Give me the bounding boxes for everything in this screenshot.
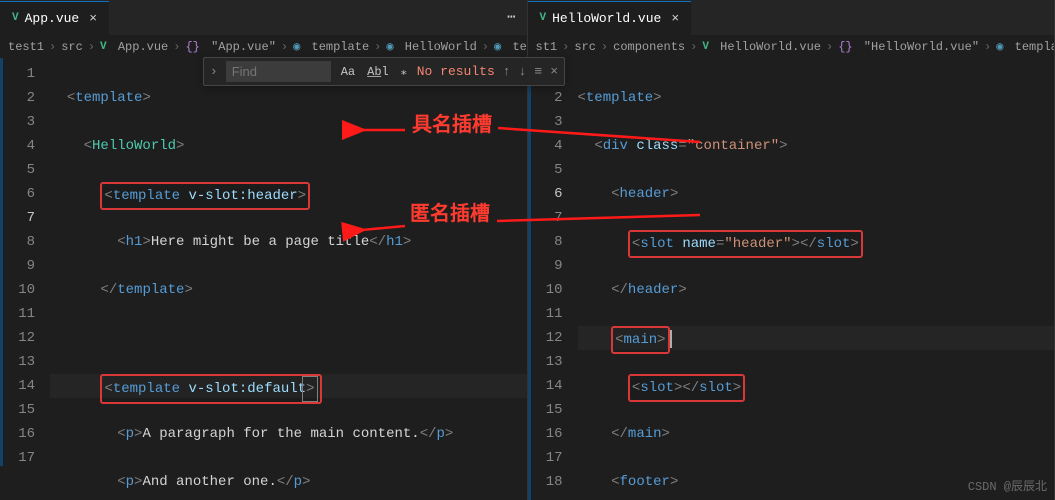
code-area[interactable]: <template> <div class="container"> <head…: [578, 58, 1055, 500]
editor-left[interactable]: 1234567891011121314151617 <template> <He…: [0, 58, 527, 500]
crumb[interactable]: components: [613, 40, 685, 54]
crumb[interactable]: template: [1015, 40, 1054, 54]
crumb[interactable]: template: [312, 40, 370, 54]
more-icon[interactable]: ⋯: [507, 9, 516, 26]
editor-right[interactable]: 12345678910111213141516171819 <template>…: [528, 58, 1055, 500]
breadcrumb[interactable]: st1› src› components› V HelloWorld.vue› …: [528, 35, 1055, 58]
named-slot-usage: <template v-slot:header>: [100, 182, 310, 210]
vue-icon: V: [540, 12, 547, 24]
close-find-icon[interactable]: ×: [550, 64, 558, 79]
tab-label: HelloWorld.vue: [552, 11, 661, 26]
tab-app-vue[interactable]: V App.vue ×: [0, 1, 109, 35]
crumb[interactable]: "HelloWorld.vue": [864, 40, 979, 54]
crumb[interactable]: src: [61, 40, 83, 54]
prev-match-icon[interactable]: ↑: [503, 64, 511, 79]
vue-icon: V: [702, 41, 709, 53]
find-in-selection-icon[interactable]: ≡: [534, 64, 542, 79]
crumb[interactable]: st1: [536, 40, 558, 54]
find-widget[interactable]: › Aa A̲b̲l ⁎ No results ↑ ↓ ≡ ×: [203, 57, 565, 86]
match-case-icon[interactable]: Aa: [339, 65, 357, 79]
main-box: <main>: [611, 326, 669, 354]
crumb[interactable]: "App.vue": [211, 40, 276, 54]
whole-word-icon[interactable]: A̲b̲l: [365, 65, 391, 79]
code-area[interactable]: <template> <HelloWorld> <template v-slot…: [50, 58, 527, 500]
crumb[interactable]: App.vue: [118, 40, 168, 54]
tab-bar: V HelloWorld.vue ×: [528, 0, 1055, 35]
cube-icon: ◉: [386, 39, 393, 54]
find-input[interactable]: [226, 61, 331, 82]
breadcrumb[interactable]: test1› src› V App.vue› {} "App.vue"› ◉ t…: [0, 35, 527, 58]
crumb[interactable]: template[v-slot:default]: [512, 40, 526, 54]
expand-icon[interactable]: ›: [210, 64, 218, 79]
crumb[interactable]: HelloWorld.vue: [720, 40, 821, 54]
crumb[interactable]: test1: [8, 40, 44, 54]
tab-close-icon[interactable]: ×: [671, 11, 679, 26]
crumb[interactable]: HelloWorld: [405, 40, 477, 54]
cube-icon: ◉: [293, 39, 300, 54]
vue-icon: V: [100, 41, 107, 53]
json-icon: {}: [838, 40, 852, 54]
find-results: No results: [417, 64, 495, 79]
vue-icon: V: [12, 12, 19, 24]
right-pane: V HelloWorld.vue × st1› src› components› V…: [528, 0, 1055, 500]
tab-bar: V App.vue × ⋯: [0, 0, 527, 35]
gutter: 12345678910111213141516171819: [528, 58, 578, 500]
cube-icon: ◉: [494, 39, 501, 54]
watermark: CSDN @辰辰北: [968, 477, 1047, 494]
gutter: 1234567891011121314151617: [0, 58, 50, 500]
next-match-icon[interactable]: ↓: [519, 64, 527, 79]
named-slot-def: <slot name="header"></slot>: [628, 230, 863, 258]
anon-slot-def: <slot></slot>: [628, 374, 745, 402]
tab-close-icon[interactable]: ×: [89, 11, 97, 26]
tab-label: App.vue: [25, 11, 80, 26]
cube-icon: ◉: [996, 39, 1003, 54]
anon-slot-usage: <template v-slot:default>: [100, 374, 322, 404]
tab-helloworld-vue[interactable]: V HelloWorld.vue ×: [528, 1, 692, 35]
crumb[interactable]: src: [574, 40, 596, 54]
json-icon: {}: [185, 40, 199, 54]
regex-icon[interactable]: ⁎: [399, 64, 409, 79]
